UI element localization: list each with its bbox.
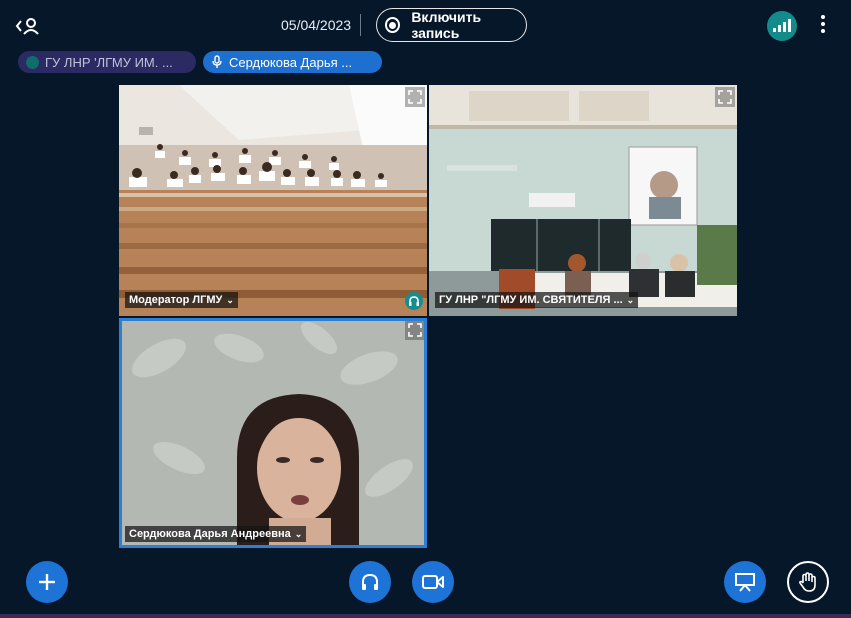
- record-button-label: Включить запись: [411, 9, 482, 41]
- top-bar: 05/04/2023 Включить запись: [0, 0, 851, 50]
- expand-icon: [408, 90, 422, 104]
- lecture-hall-video: [119, 85, 427, 316]
- video-tile-speaker[interactable]: Сердюкова Дарья Андреевна ⌄: [119, 318, 427, 548]
- chevron-down-icon: ⌄: [626, 294, 635, 305]
- conference-room-video: [429, 85, 737, 316]
- participant-name-tag[interactable]: ГУ ЛНР "ЛГМУ ИМ. СВЯТИТЕЛЯ ... ⌄: [435, 292, 639, 308]
- talker-name: Сердюкова Дарья ...: [229, 54, 353, 70]
- headphones-icon: [409, 296, 419, 306]
- hand-icon: [799, 572, 816, 592]
- users-list-toggle[interactable]: [14, 12, 44, 40]
- dot-icon: [26, 55, 39, 69]
- participant-name: ГУ ЛНР "ЛГМУ ИМ. СВЯТИТЕЛЯ ...: [439, 294, 623, 306]
- expand-icon: [718, 90, 732, 104]
- presentation-button[interactable]: [724, 561, 766, 603]
- talker-name: ГУ ЛНР 'ЛГМУ ИМ. ...: [45, 54, 173, 70]
- options-menu-button[interactable]: [815, 15, 831, 39]
- raise-hand-button[interactable]: [787, 561, 829, 603]
- divider: [360, 14, 361, 36]
- talking-indicator-organization[interactable]: ГУ ЛНР 'ЛГМУ ИМ. ...: [18, 51, 196, 73]
- plus-icon: [39, 574, 55, 590]
- more-vertical-icon: [821, 15, 825, 19]
- video-button[interactable]: [412, 561, 454, 603]
- bottom-edge: [0, 614, 851, 618]
- participant-name-tag[interactable]: Сердюкова Дарья Андреевна ⌄: [125, 526, 307, 542]
- headphones-icon: [362, 573, 378, 590]
- chevron-down-icon: ⌄: [226, 294, 234, 305]
- speaker-webcam-video: [119, 318, 427, 548]
- presentation-screen-icon: [735, 573, 755, 592]
- connection-status-button[interactable]: [767, 11, 797, 41]
- participant-name: Сердюкова Дарья Андреевна: [129, 528, 291, 540]
- video-tile-moderator[interactable]: Модератор ЛГМУ ⌄: [119, 85, 427, 316]
- video-tile-organization[interactable]: ГУ ЛНР "ЛГМУ ИМ. СВЯТИТЕЛЯ ... ⌄: [429, 85, 737, 316]
- session-date: 05/04/2023: [281, 17, 352, 33]
- expand-icon: [408, 323, 422, 337]
- record-icon: [385, 17, 401, 33]
- user-chevron-icon: [15, 18, 39, 35]
- participant-name-tag[interactable]: Модератор ЛГМУ ⌄: [125, 292, 238, 308]
- audio-button[interactable]: [349, 561, 391, 603]
- record-button[interactable]: Включить запись: [376, 8, 527, 42]
- signal-bars-icon: [773, 28, 776, 32]
- microphone-icon: [212, 55, 222, 68]
- fullscreen-button[interactable]: [715, 87, 735, 107]
- participant-name: Модератор ЛГМУ: [129, 294, 223, 306]
- listen-only-indicator: [405, 292, 423, 310]
- fullscreen-button[interactable]: [405, 87, 425, 107]
- actions-button[interactable]: [26, 561, 68, 603]
- fullscreen-button[interactable]: [405, 320, 425, 340]
- talking-indicator-speaker[interactable]: Сердюкова Дарья ...: [203, 51, 382, 73]
- chevron-down-icon: ⌄: [294, 528, 303, 539]
- video-camera-icon: [422, 575, 444, 589]
